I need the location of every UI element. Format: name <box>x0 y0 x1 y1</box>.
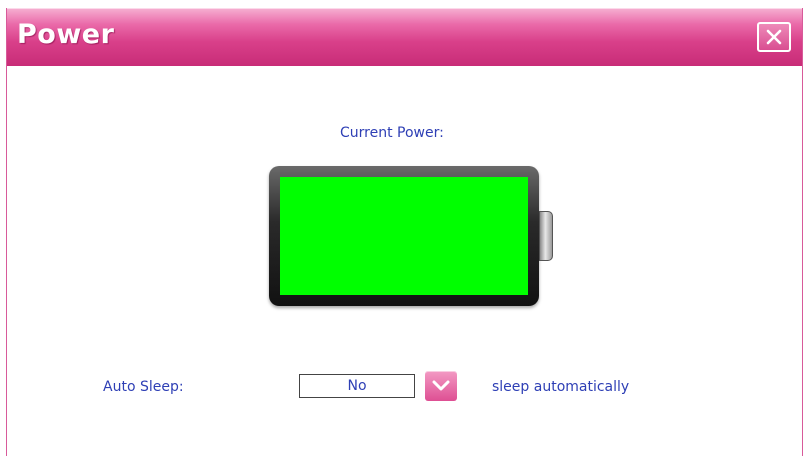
power-dialog: Power Current Power: Auto Sleep: No slee… <box>6 8 803 456</box>
battery-level-fill <box>280 177 528 295</box>
auto-sleep-dropdown-button[interactable] <box>425 371 457 401</box>
auto-sleep-select[interactable]: No <box>299 374 415 398</box>
current-power-label: Current Power: <box>340 125 444 141</box>
battery-body <box>280 177 528 295</box>
auto-sleep-value: No <box>347 378 367 394</box>
battery-indicator <box>269 166 539 306</box>
chevron-down-icon <box>432 380 450 391</box>
battery-terminal <box>539 211 553 261</box>
auto-sleep-label: Auto Sleep: <box>103 379 184 395</box>
close-button[interactable] <box>757 22 791 52</box>
window-title: Power <box>17 19 115 50</box>
close-icon <box>766 29 782 45</box>
title-bar[interactable]: Power <box>7 8 802 66</box>
auto-sleep-description: sleep automatically <box>492 379 630 395</box>
dialog-content: Current Power: Auto Sleep: No sleep auto… <box>7 66 802 456</box>
